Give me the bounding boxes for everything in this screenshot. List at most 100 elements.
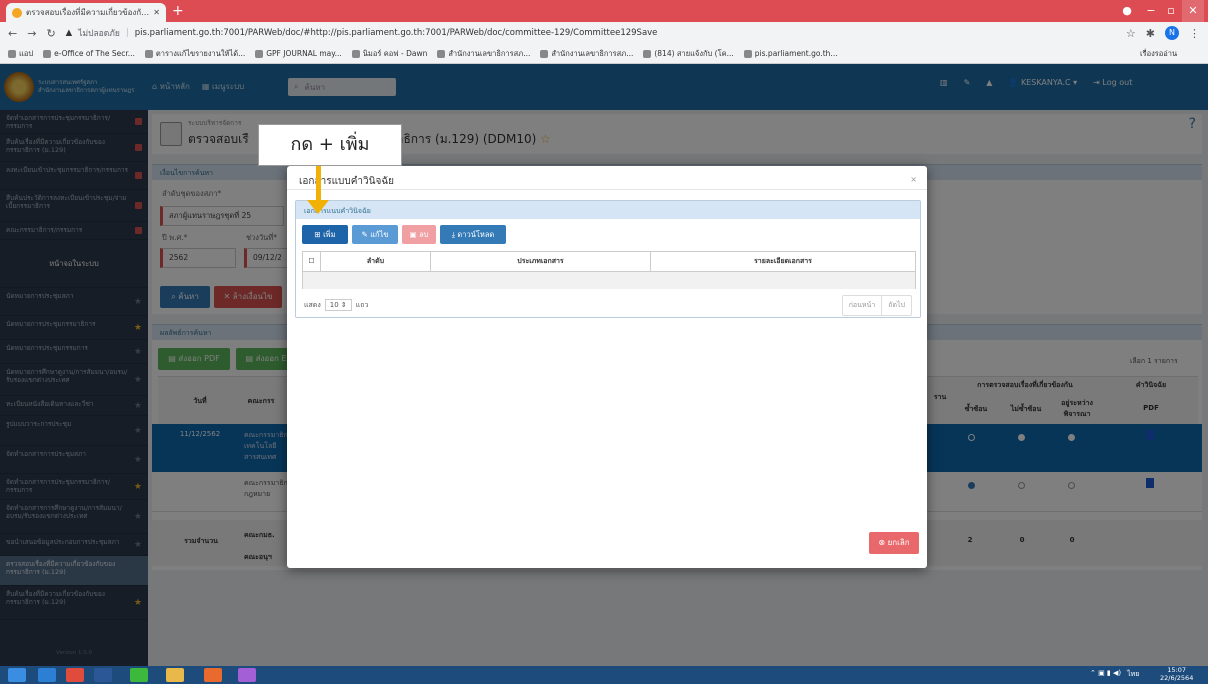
bookmark-item[interactable]: สำนักงานเลขาธิการสภ... xyxy=(437,48,530,60)
pointer-arrowhead-icon xyxy=(307,200,329,214)
bookmark-icon xyxy=(144,49,153,58)
edit-button-label: แก้ไข xyxy=(370,230,389,239)
cancel-button-label: ยกเลิก xyxy=(887,538,910,547)
browser-tab[interactable]: ตรวจสอบเรื่องที่มีความเกี่ยวข้องกับรอง ✕ xyxy=(6,3,166,22)
attachment-panel: เอกสารแนบคำวินิจฉัย ⊞ เพิ่ม ✎ แก้ไข ▣ ลบ… xyxy=(295,200,921,318)
reading-list-button[interactable]: เรื่องรออ่าน xyxy=(1140,48,1177,60)
delete-button-label: ลบ xyxy=(419,230,429,239)
url-text: pis.parliament.go.th:7001/PARWeb/doc/#ht… xyxy=(134,28,658,38)
line-icon[interactable] xyxy=(130,668,148,682)
tab-close-icon[interactable]: ✕ xyxy=(153,8,160,17)
empty-row xyxy=(303,271,915,289)
bookmark-icon xyxy=(643,49,652,58)
bookmark-item[interactable]: pis.parliament.go.th... xyxy=(743,49,838,58)
firefox-icon[interactable] xyxy=(204,668,222,682)
download-button-label: ดาวน์โหลด xyxy=(457,230,495,239)
bookmark-icon xyxy=(8,49,16,58)
pagination: ก่อนหน้า ถัดไป xyxy=(841,295,912,316)
bookmark-star-icon[interactable]: ☆ xyxy=(1126,27,1136,40)
clock[interactable]: 15:07 22/6/2564 xyxy=(1160,666,1193,682)
profile-avatar[interactable]: N xyxy=(1165,26,1179,40)
tab-favicon-icon xyxy=(12,7,22,18)
modal-divider xyxy=(287,189,927,190)
instruction-callout: กด + เพิ่ม xyxy=(258,124,402,166)
bookmark-label: pis.parliament.go.th... xyxy=(754,49,838,58)
start-icon[interactable] xyxy=(8,668,26,682)
forward-icon[interactable]: → xyxy=(27,27,36,40)
not-secure-label: ไม่ปลอดภัย xyxy=(78,29,120,39)
bookmarks-bar: แอป e-Office of The Secr... ตารางแก้ไขรายง… xyxy=(0,44,1208,64)
edit-button[interactable]: ✎ แก้ไข xyxy=(352,225,398,244)
bookmark-label: สำนักงานเลขาธิการสภ... xyxy=(551,48,634,58)
length-prefix: แสดง xyxy=(304,300,321,309)
attachment-panel-title: เอกสารแนบคำวินิจฉัย xyxy=(296,201,920,219)
back-icon[interactable]: ← xyxy=(8,27,17,40)
tray-icons[interactable]: ⌃ ▣ ▮ ◀) xyxy=(1090,669,1121,680)
bookmark-label: นิมอร์ คอฟ - Dawn xyxy=(362,48,428,58)
length-suffix: แถว xyxy=(355,300,369,309)
ie-icon[interactable] xyxy=(38,668,56,682)
add-button-label: เพิ่ม xyxy=(323,230,336,239)
col-doctype: ประเภทเอกสาร xyxy=(431,252,651,271)
bookmark-label: GPF JOURNAL may... xyxy=(266,49,342,58)
input-language[interactable]: ไทย xyxy=(1127,669,1139,680)
bookmark-icon xyxy=(43,49,52,58)
new-tab-button[interactable]: + xyxy=(172,3,184,19)
maximize-button[interactable]: ▫ xyxy=(1160,0,1182,22)
bookmark-icon xyxy=(743,49,752,58)
plus-icon: ⊞ xyxy=(314,230,321,239)
minimize-button[interactable]: − xyxy=(1140,0,1162,22)
trash-icon: ▣ xyxy=(409,230,417,239)
bookmark-icon xyxy=(255,49,264,58)
cancel-icon: ⊗ xyxy=(878,538,886,547)
bookmark-item[interactable]: (814) สายแจ้งกับ (โค... xyxy=(643,48,734,60)
bookmark-icon xyxy=(351,49,360,58)
explorer-icon[interactable] xyxy=(166,668,184,682)
bookmark-item[interactable]: GPF JOURNAL may... xyxy=(255,49,342,58)
extensions-icon[interactable]: ✱ xyxy=(1146,27,1155,40)
bookmark-icon xyxy=(437,49,446,58)
cancel-button[interactable]: ⊗ ยกเลิก xyxy=(869,532,919,554)
paint-icon[interactable] xyxy=(238,668,256,682)
length-value: 10 xyxy=(329,301,339,309)
bookmark-label: แอป xyxy=(19,48,34,58)
window-close-button[interactable]: ✕ xyxy=(1182,0,1204,22)
bookmark-item[interactable]: แอป xyxy=(8,48,33,60)
clock-date: 22/6/2564 xyxy=(1160,674,1194,682)
download-icon: ⤓ xyxy=(451,230,456,239)
warning-icon: ▲ xyxy=(65,28,73,38)
download-button[interactable]: ⤓ ดาวน์โหลด xyxy=(440,225,506,244)
attachment-modal: เอกสารแบบคำวินิจฉัย × เอกสารแนบคำวินิจฉั… xyxy=(287,166,927,568)
next-page-button[interactable]: ถัดไป xyxy=(882,296,911,315)
address-bar: ← → ↻ ▲ ไม่ปลอดภัย | pis.parliament.go.t… xyxy=(0,22,1208,44)
bookmark-item[interactable]: ตารางแก้ไขรายงานให้ได้... xyxy=(144,48,246,60)
tab-title: ตรวจสอบเรื่องที่มีความเกี่ยวข้องกับรอง xyxy=(26,8,150,17)
record-icon: ● xyxy=(1122,4,1132,17)
bookmark-item[interactable]: e-Office of The Secr... xyxy=(43,49,135,58)
bookmark-icon xyxy=(540,49,549,58)
clock-time: 15:07 xyxy=(1167,666,1187,674)
menu-icon[interactable]: ⋮ xyxy=(1189,27,1200,40)
modal-title: เอกสารแบบคำวินิจฉัย xyxy=(299,176,394,187)
bookmark-item[interactable]: สำนักงานเลขาธิการสภ... xyxy=(540,48,633,60)
delete-button[interactable]: ▣ ลบ xyxy=(402,225,436,244)
col-docdetail: รายละเอียดเอกสาร xyxy=(754,257,812,265)
prev-page-button[interactable]: ก่อนหน้า xyxy=(843,296,883,315)
bookmark-label: ตารางแก้ไขรายงานให้ได้... xyxy=(155,48,246,58)
reload-icon[interactable]: ↻ xyxy=(46,27,55,40)
system-tray: ⌃ ▣ ▮ ◀) ไทย xyxy=(1090,669,1139,680)
page-length: แสดง 10 ⇕ แถว xyxy=(304,299,368,311)
bookmark-item[interactable]: นิมอร์ คอฟ - Dawn xyxy=(351,48,428,60)
add-button[interactable]: ⊞ เพิ่ม xyxy=(302,225,348,244)
bookmark-label: e-Office of The Secr... xyxy=(54,49,135,58)
url-field[interactable]: ▲ ไม่ปลอดภัย | pis.parliament.go.th:7001… xyxy=(66,26,1116,40)
bookmark-label: (814) สายแจ้งกับ (โค... xyxy=(654,48,734,58)
col-seq: ลำดับ xyxy=(321,252,431,271)
length-select[interactable]: 10 ⇕ xyxy=(324,299,352,311)
word-icon[interactable] xyxy=(94,668,112,682)
edit-icon: ✎ xyxy=(361,230,368,239)
select-all-checkbox[interactable]: ☐ xyxy=(303,252,321,271)
chrome-icon[interactable] xyxy=(66,668,84,682)
attachment-table: ☐ ลำดับ ประเภทเอกสาร รายละเอียดเอกสาร xyxy=(302,251,916,289)
modal-close-icon[interactable]: × xyxy=(910,175,917,184)
